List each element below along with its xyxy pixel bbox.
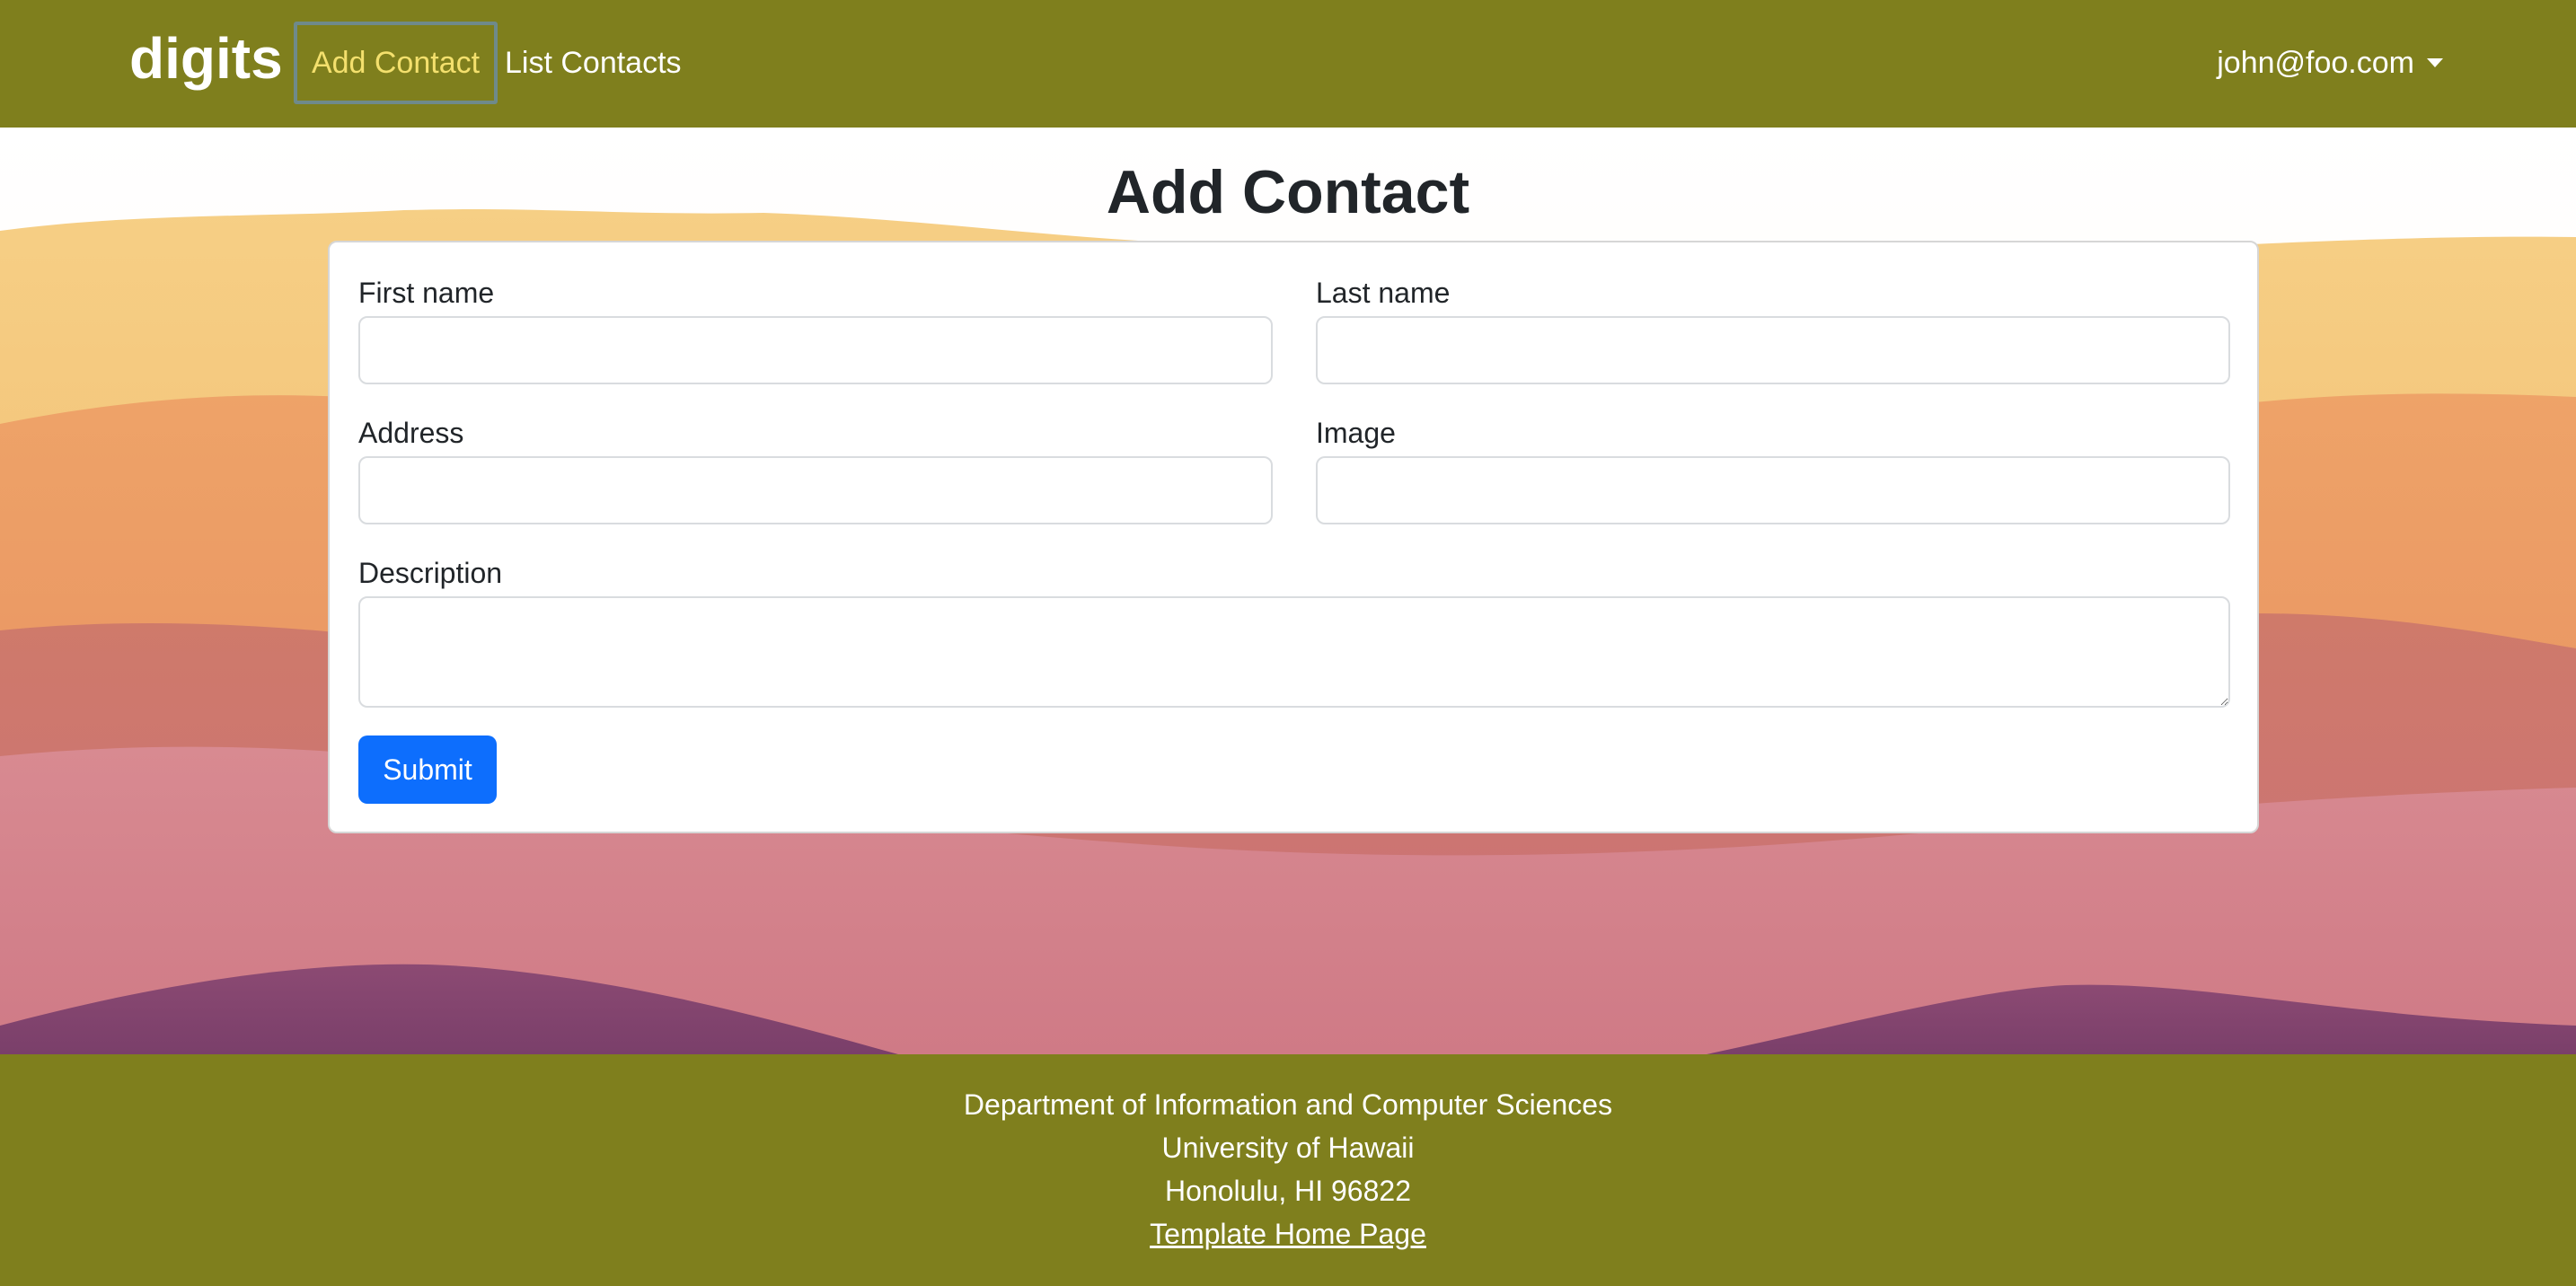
address-label: Address xyxy=(358,417,464,449)
first-name-input[interactable] xyxy=(358,316,1273,384)
description-textarea[interactable] xyxy=(358,596,2230,708)
footer-address: Honolulu, HI 96822 xyxy=(1165,1175,1411,1207)
description-label: Description xyxy=(358,557,503,589)
user-dropdown[interactable]: john@foo.com xyxy=(2217,22,2443,104)
user-email: john@foo.com xyxy=(2217,46,2414,80)
last-name-label: Last name xyxy=(1316,277,1451,309)
nav-add-contact[interactable]: Add Contact xyxy=(294,22,498,104)
caret-down-icon xyxy=(2427,58,2443,67)
image-label: Image xyxy=(1316,417,1396,449)
first-name-label: First name xyxy=(358,277,495,309)
page-title: Add Contact xyxy=(1106,158,1470,226)
footer-department: Department of Information and Computer S… xyxy=(963,1088,1613,1121)
footer: Department of Information and Computer S… xyxy=(0,1054,2576,1286)
address-input[interactable] xyxy=(358,456,1273,524)
footer-university: University of Hawaii xyxy=(1161,1132,1415,1164)
submit-button[interactable]: Submit xyxy=(358,735,497,804)
image-input[interactable] xyxy=(1316,456,2230,524)
nav-list-contacts[interactable]: List Contacts xyxy=(505,22,682,104)
add-contact-form-card: First name Last name Address Image Descr… xyxy=(328,241,2259,833)
brand-logo[interactable]: digits xyxy=(129,20,283,97)
top-navbar: digits Add Contact List Contacts john@fo… xyxy=(0,0,2576,128)
template-home-page-link[interactable]: Template Home Page xyxy=(1150,1218,1426,1250)
last-name-input[interactable] xyxy=(1316,316,2230,384)
